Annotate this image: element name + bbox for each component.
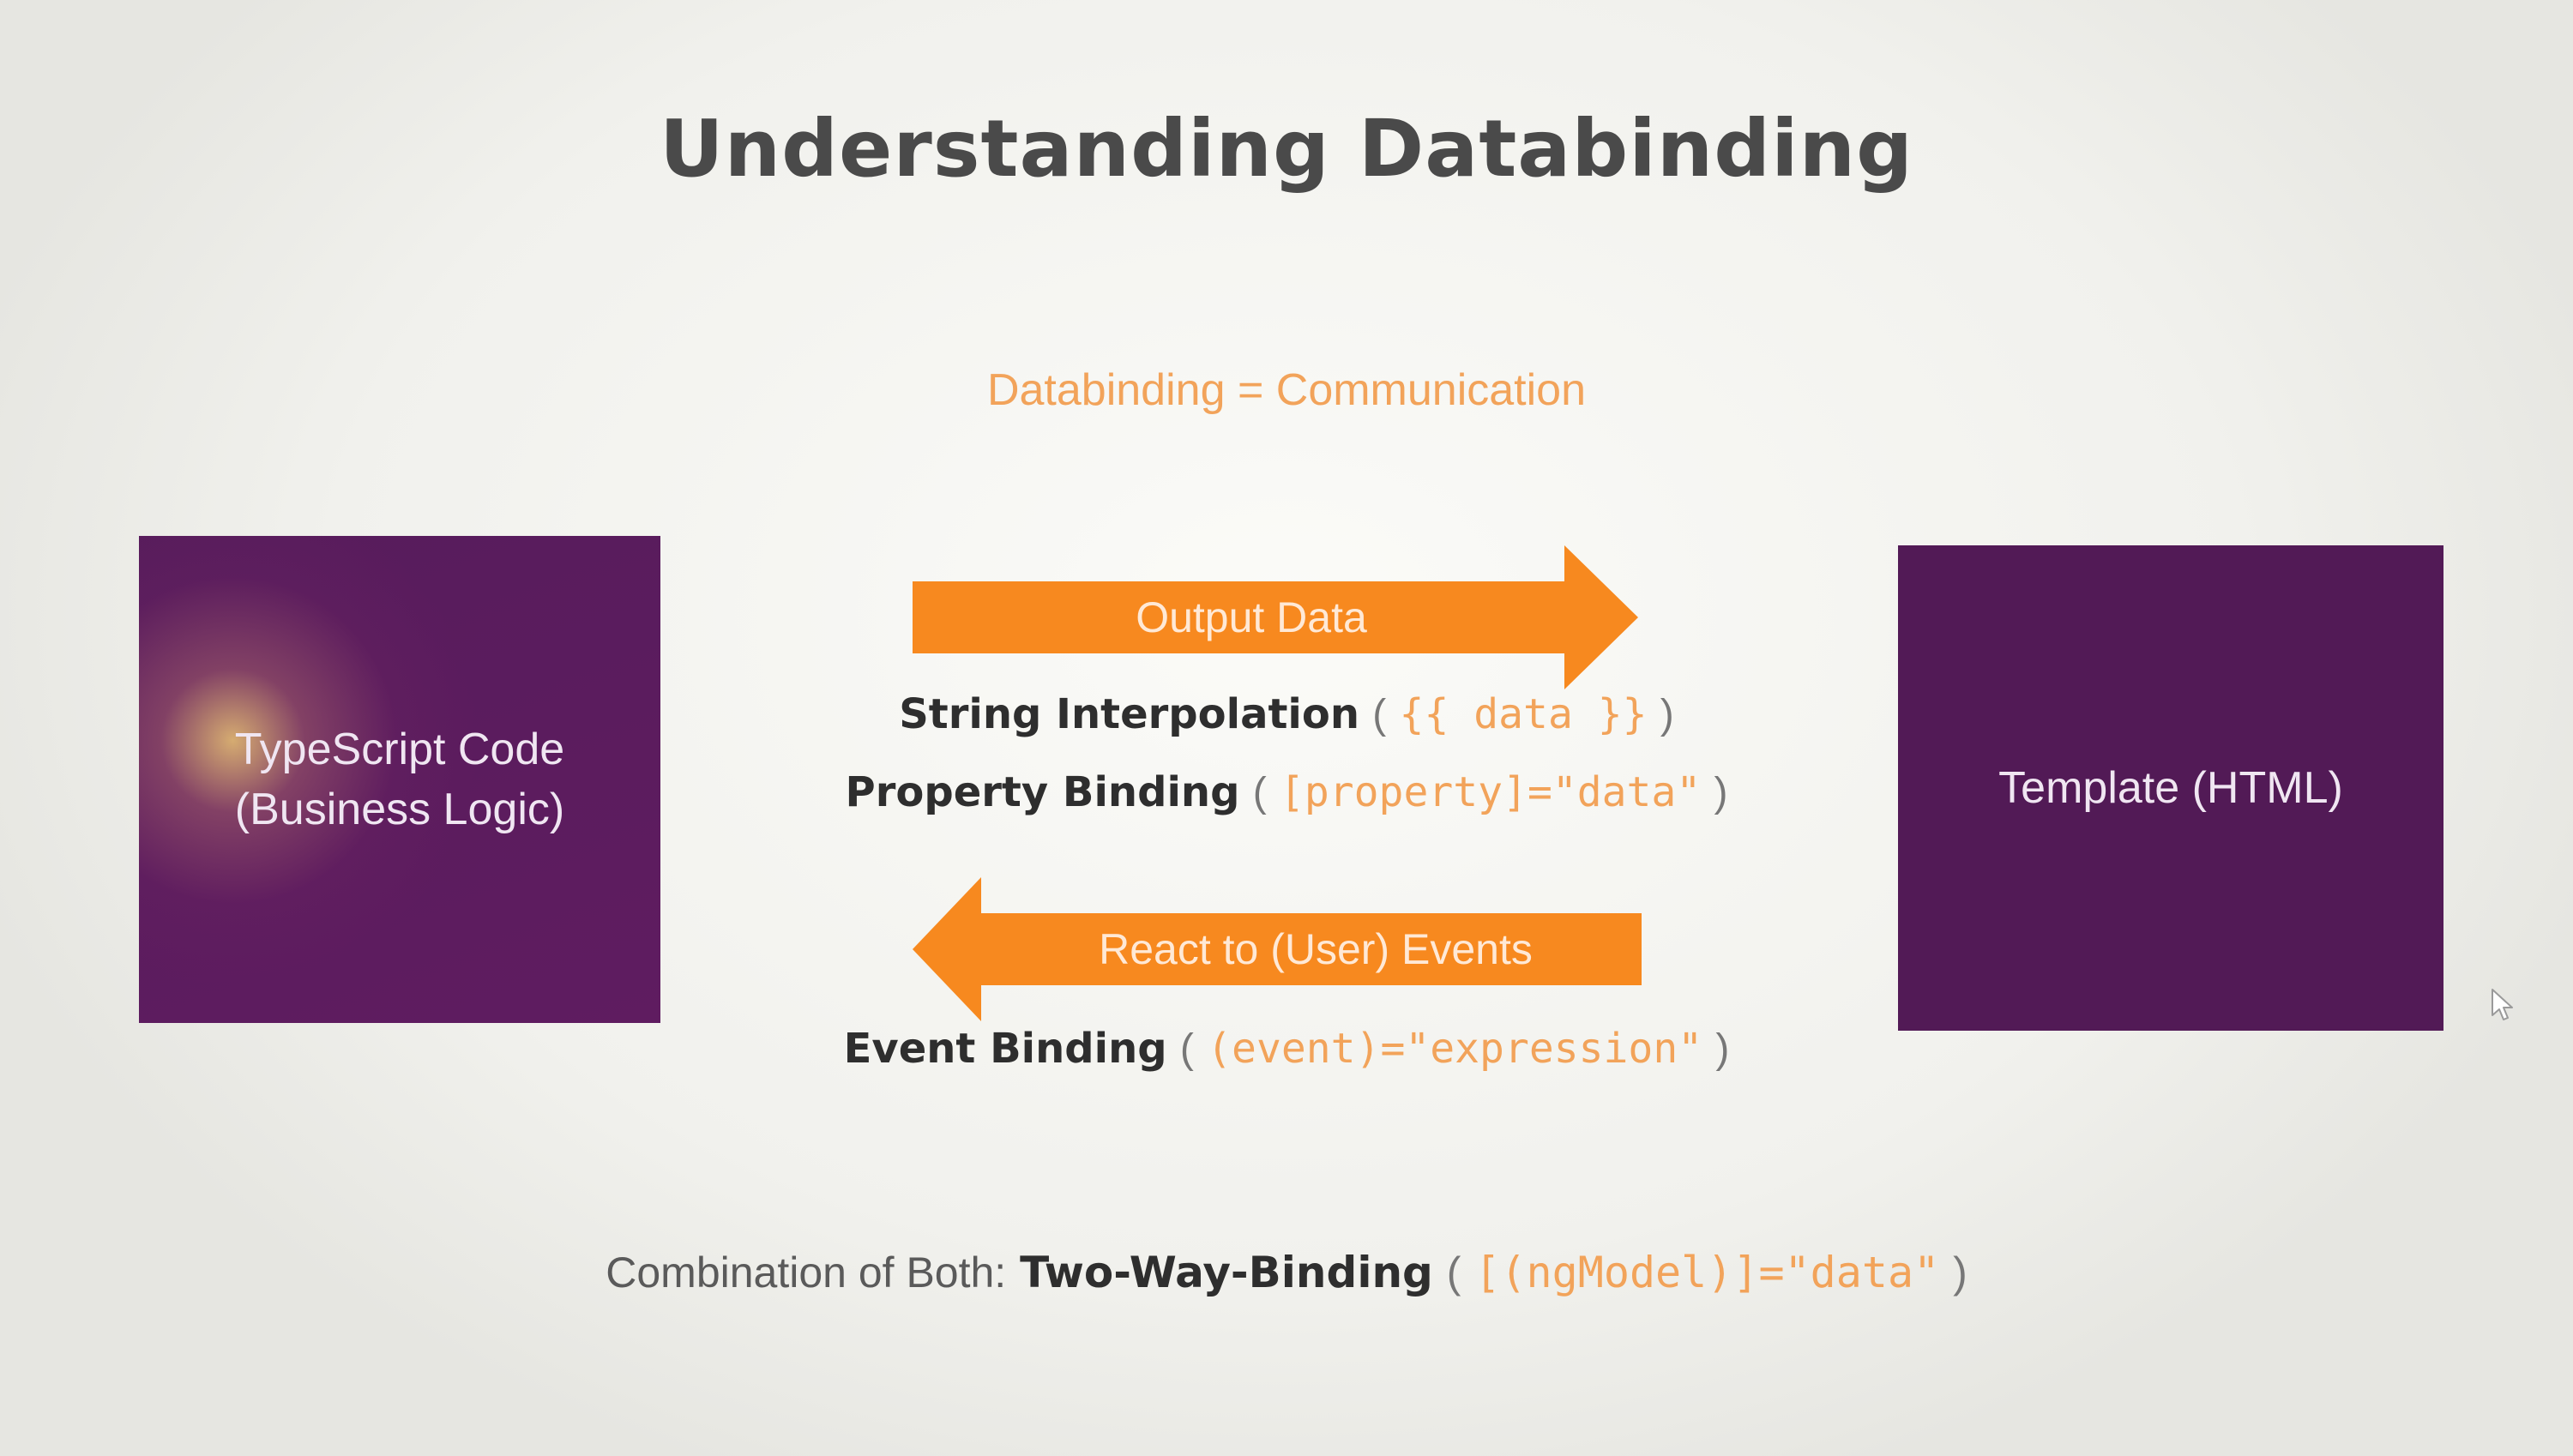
string-interpolation-open-paren: ( xyxy=(1372,692,1387,737)
react-to-events-label: React to (User) Events xyxy=(1099,925,1533,973)
output-data-arrow: Output Data xyxy=(913,545,1638,689)
two-way-binding-open-paren: ( xyxy=(1446,1248,1461,1297)
event-binding-row: Event Binding ( (event)="expression" ) xyxy=(0,1025,2573,1073)
property-binding-name: Property Binding xyxy=(845,768,1240,816)
two-way-binding-name: Two-Way-Binding xyxy=(1020,1248,1433,1297)
two-way-binding-close-paren: ) xyxy=(1953,1248,1967,1297)
property-binding-syntax: [property]="data" xyxy=(1279,768,1702,816)
string-interpolation-syntax: {{ data }} xyxy=(1399,690,1648,738)
two-way-binding-row: Combination of Both: Two-Way-Binding ( [… xyxy=(0,1248,2573,1297)
slide-subtitle: Databinding = Communication xyxy=(986,365,1587,415)
slide: Understanding Databinding Databinding = … xyxy=(0,0,2573,1456)
string-interpolation-name: String Interpolation xyxy=(899,690,1360,738)
two-way-binding-prefix: Combination of Both: xyxy=(606,1248,1007,1297)
property-binding-row: Property Binding ( [property]="data" ) xyxy=(0,768,2573,816)
output-data-label: Output Data xyxy=(1136,593,1367,641)
event-binding-open-paren: ( xyxy=(1179,1026,1194,1072)
event-binding-close-paren: ) xyxy=(1715,1026,1730,1072)
mouse-pointer-icon xyxy=(2491,988,2515,1026)
string-interpolation-row: String Interpolation ( {{ data }} ) xyxy=(0,690,2573,738)
two-way-binding-syntax: [(ngModel)]="data" xyxy=(1474,1248,1940,1297)
property-binding-open-paren: ( xyxy=(1252,770,1267,815)
property-binding-close-paren: ) xyxy=(1714,770,1728,815)
react-to-events-arrow: React to (User) Events xyxy=(913,877,1642,1021)
slide-title: Understanding Databinding xyxy=(659,103,1914,195)
event-binding-syntax: (event)="expression" xyxy=(1207,1025,1703,1073)
event-binding-name: Event Binding xyxy=(843,1025,1167,1073)
string-interpolation-close-paren: ) xyxy=(1660,692,1674,737)
